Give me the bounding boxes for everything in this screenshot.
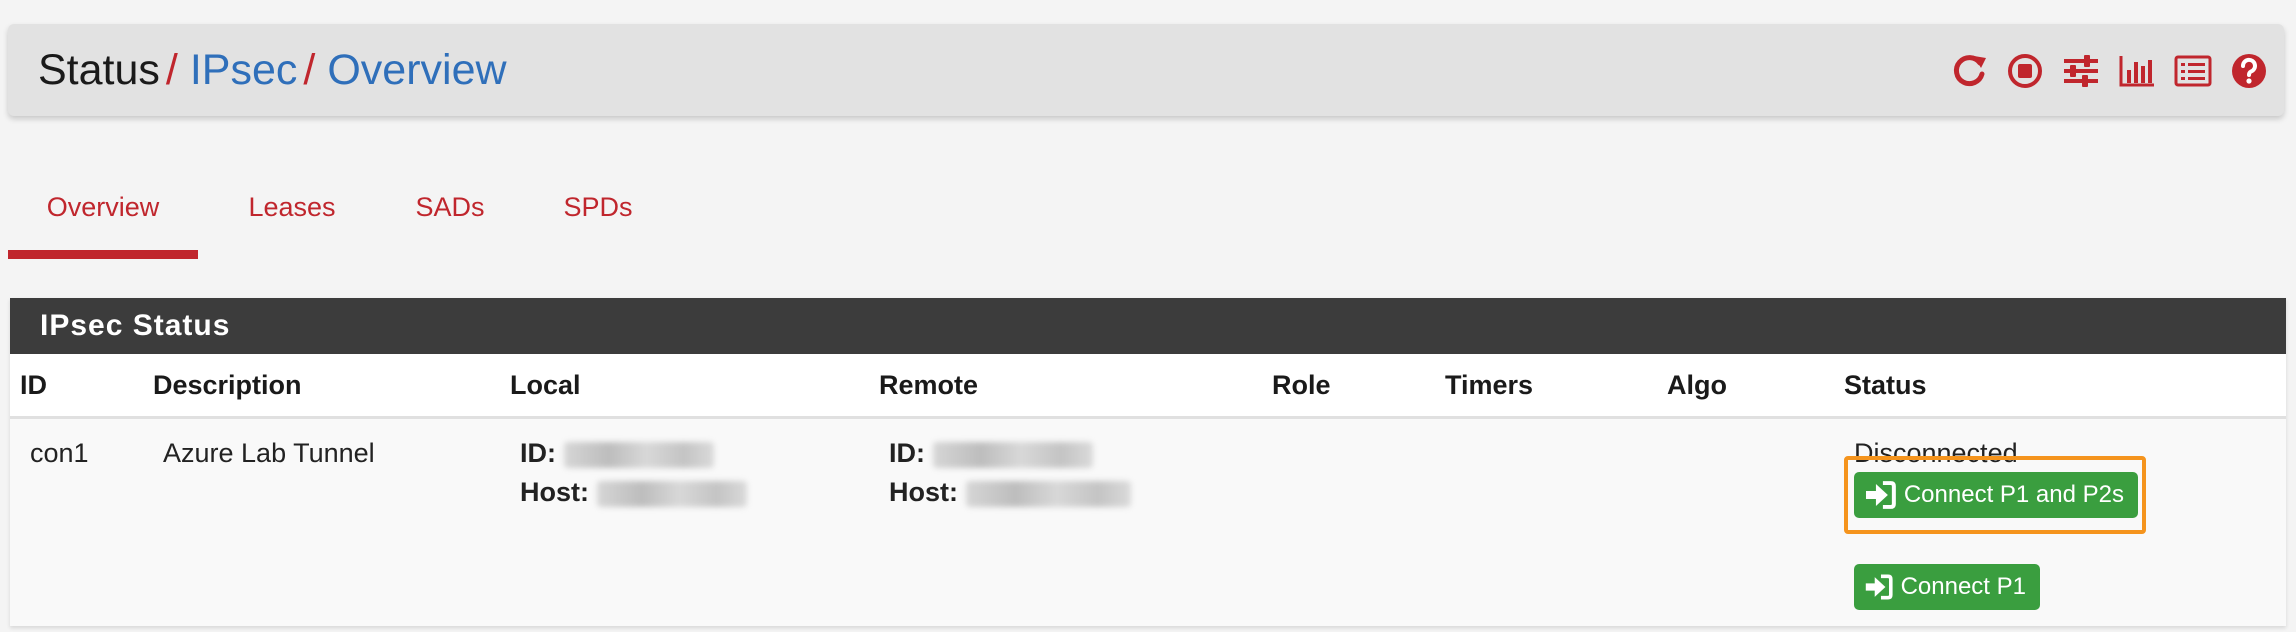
stop-icon[interactable] [2006, 52, 2044, 90]
col-role: Role [1272, 370, 1331, 400]
ipsec-status-panel: IPsec Status ID Description Local Remote… [10, 298, 2286, 626]
col-id: ID [20, 370, 47, 400]
breadcrumb-separator: / [165, 46, 178, 94]
col-algo: Algo [1667, 370, 1727, 400]
panel-title: IPsec Status [10, 298, 2286, 354]
remote-id: ID: [889, 438, 1093, 469]
tab-leases[interactable]: Leases [230, 170, 354, 250]
remote-id-label: ID: [889, 438, 925, 468]
header-actions [1950, 51, 2268, 91]
remote-host-label: Host: [889, 477, 958, 507]
tab-spds[interactable]: SPDs [546, 170, 650, 250]
tab-overview[interactable]: Overview [8, 170, 198, 259]
row-description: Azure Lab Tunnel [163, 438, 375, 468]
connect-p1-p2s-button[interactable]: Connect P1 and P2s [1854, 472, 2138, 518]
breadcrumb-ipsec-link[interactable]: IPsec [190, 46, 298, 94]
breadcrumb-overview-link[interactable]: Overview [327, 46, 506, 94]
redacted-value [966, 480, 1131, 507]
col-description: Description [153, 370, 302, 400]
restart-icon[interactable] [1950, 52, 1988, 90]
connect-p1-p2s-label: Connect P1 and P2s [1903, 481, 2124, 508]
redacted-value [564, 441, 714, 468]
col-local: Local [510, 370, 581, 400]
tab-sads[interactable]: SADs [398, 170, 502, 250]
col-status: Status [1844, 370, 1927, 400]
table-header: ID Description Local Remote Role Timers … [10, 354, 2286, 419]
connect-p1-label: Connect P1 [1900, 573, 2026, 600]
sign-in-icon [1865, 481, 1896, 509]
bar-chart-icon[interactable] [2118, 52, 2156, 90]
local-host-label: Host: [520, 477, 589, 507]
remote-host: Host: [889, 477, 1131, 508]
row-id: con1 [30, 438, 89, 468]
local-host: Host: [520, 477, 747, 508]
breadcrumb-separator: / [303, 46, 316, 94]
tab-bar: Overview Leases SADs SPDs [8, 170, 708, 259]
redacted-value [933, 441, 1093, 468]
log-list-icon[interactable] [2174, 52, 2212, 90]
connect-p1-button[interactable]: Connect P1 [1854, 564, 2040, 610]
settings-sliders-icon[interactable] [2062, 52, 2100, 90]
local-id: ID: [520, 438, 714, 469]
breadcrumb: Status / IPsec / Overview [38, 44, 507, 96]
redacted-value [597, 480, 747, 507]
col-timers: Timers [1445, 370, 1534, 400]
col-remote: Remote [879, 370, 979, 400]
sign-in-icon [1865, 574, 1893, 600]
help-icon[interactable] [2230, 52, 2268, 90]
local-id-label: ID: [520, 438, 556, 468]
page-header: Status / IPsec / Overview [8, 24, 2284, 116]
breadcrumb-status: Status [38, 46, 160, 94]
